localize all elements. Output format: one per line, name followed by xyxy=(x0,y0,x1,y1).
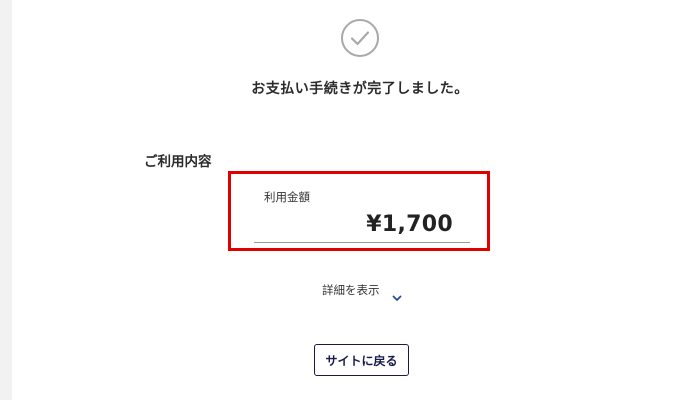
amount-underline xyxy=(254,242,470,243)
payment-complete-message: お支払い手続きが完了しました。 xyxy=(251,81,469,97)
check-circle-icon xyxy=(341,19,379,57)
show-details-label: 詳細を表示 xyxy=(322,283,380,297)
left-gutter xyxy=(0,0,12,400)
usage-section-title: ご利用内容 xyxy=(144,154,212,170)
chevron-down-icon xyxy=(392,287,402,301)
back-to-site-button[interactable]: サイトに戻る xyxy=(314,344,409,376)
amount-label: 利用金額 xyxy=(264,190,310,204)
show-details-toggle[interactable]: 詳細を表示 xyxy=(322,282,402,301)
amount-value: ¥1,700 xyxy=(366,212,453,237)
amount-highlight-box xyxy=(228,171,490,251)
